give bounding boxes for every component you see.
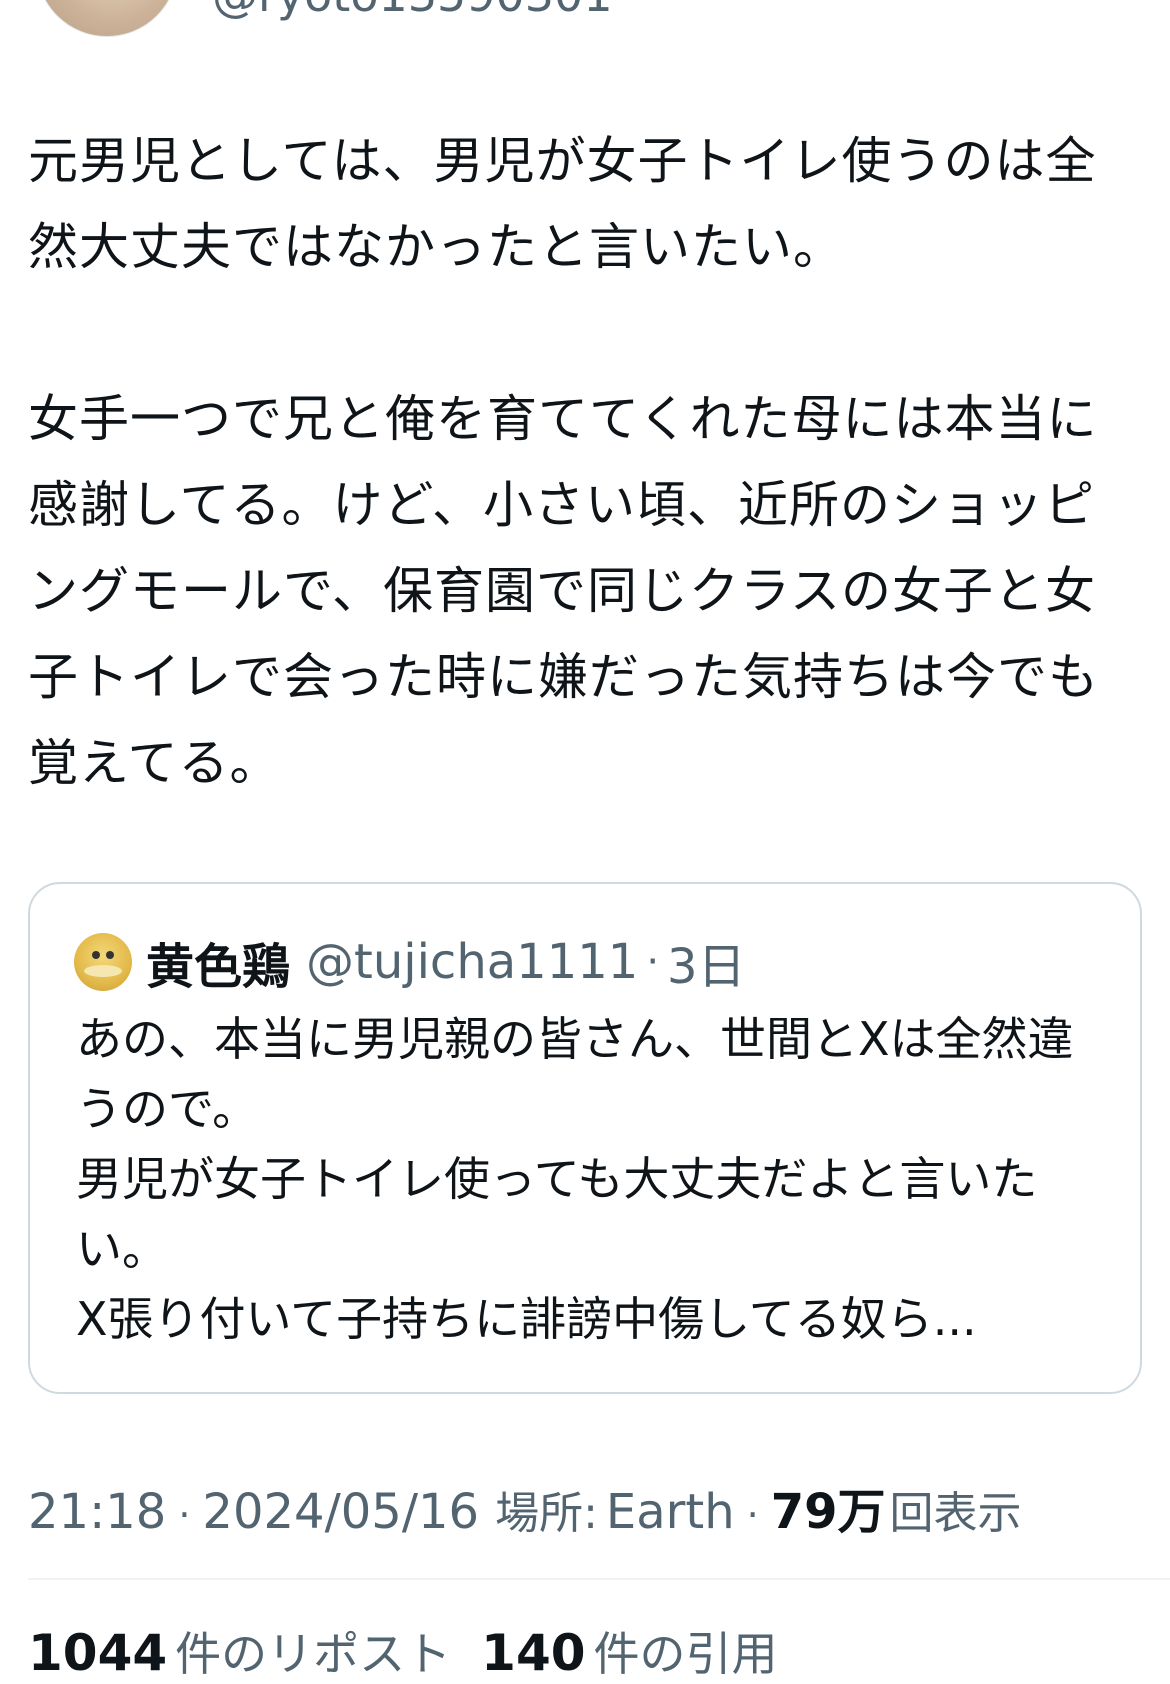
view-count-label: 回表示: [889, 1488, 1022, 1539]
quote-count[interactable]: 140: [481, 1624, 585, 1682]
quoted-post-card[interactable]: 黄色鶏 @tujicha1111 · 3日 あの、本当に男児親の皆さん、世間とX…: [28, 882, 1142, 1394]
post-date[interactable]: 2024/05/16: [202, 1484, 479, 1540]
post-time[interactable]: 21:18: [28, 1484, 166, 1540]
separator-dot: ·: [178, 1493, 191, 1537]
quoted-post-line: X張り付いて子持ちに誹謗中傷してる奴ら...: [76, 1292, 977, 1346]
quoted-post-line: あの、本当に男児親の皆さん、世間とXは全然違うので。: [76, 1012, 1074, 1136]
separator-dot: ·: [746, 1493, 759, 1537]
author-avatar[interactable]: [36, 0, 178, 37]
view-count: 79万: [770, 1484, 886, 1540]
author-handle[interactable]: @ryoto13590301: [212, 0, 613, 18]
tweet-paragraph: 女手一つで兄と俺を育ててくれた母には本当に感謝してる。けど、小さい頃、近所のショ…: [28, 390, 1099, 792]
location-value: Earth: [605, 1484, 735, 1540]
quoted-author-avatar: [74, 933, 132, 991]
separator-dot: ·: [646, 939, 660, 985]
quoted-post-header: 黄色鶏 @tujicha1111 · 3日: [74, 930, 746, 995]
tweet-text: 元男児としては、男児が女子トイレ使うのは全然大丈夫ではなかったと言いたい。 女手…: [28, 118, 1138, 806]
tweet-paragraph: 元男児としては、男児が女子トイレ使うのは全然大丈夫ではなかったと言いたい。: [28, 132, 1097, 276]
quoted-author-handle: @tujicha1111: [306, 934, 639, 990]
repost-count[interactable]: 1044: [28, 1624, 167, 1682]
post-meta: 21:18 · 2024/05/16 場所: Earth · 79万 回表示: [28, 1472, 1022, 1542]
repost-label[interactable]: 件のリポスト: [175, 1618, 451, 1684]
quoted-post-line: 男児が女子トイレ使っても大丈夫だよと言いたい。: [76, 1152, 1038, 1276]
divider: [28, 1578, 1170, 1580]
quoted-post-time: 3日: [667, 939, 746, 995]
engagement-stats: 1044 件のリポスト 140 件の引用: [28, 1618, 808, 1684]
quoted-post-text: あの、本当に男児親の皆さん、世間とXは全然違うので。 男児が女子トイレ使っても大…: [76, 1004, 1106, 1354]
location-label: 場所:: [495, 1488, 598, 1539]
quoted-author-name: 黄色鶏: [146, 939, 291, 995]
quote-label[interactable]: 件の引用: [594, 1618, 778, 1684]
